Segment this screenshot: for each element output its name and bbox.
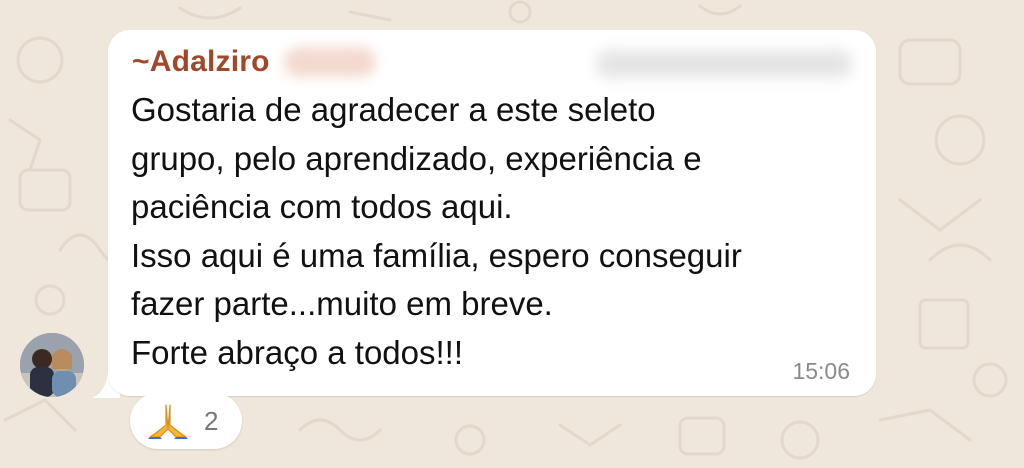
message-line: grupo, pelo aprendizado, experiência e: [131, 139, 702, 177]
message-line: fazer parte...muito em breve.: [131, 285, 553, 322]
reaction-count: 2: [204, 405, 219, 436]
message-timestamp: 15:06: [792, 358, 850, 384]
sender-name[interactable]: Adalziro: [150, 45, 270, 79]
sender-name-redaction: [283, 47, 376, 77]
message-line: Gostaria de agradecer a este seleto: [131, 91, 656, 128]
folded-hands-icon: [148, 404, 188, 439]
sender-row[interactable]: ~ Adalziro: [132, 44, 376, 80]
message-bubble[interactable]: ~ Adalziro Gostaria de agradecer a este …: [108, 30, 876, 396]
sender-prefix: ~: [132, 45, 150, 78]
sender-phone-redaction: [596, 50, 852, 78]
avatar-photo: [20, 333, 84, 397]
message-line: paciência com todos aqui.: [131, 188, 513, 225]
reaction-pill[interactable]: 2: [130, 393, 242, 449]
sender-avatar[interactable]: [20, 333, 84, 397]
message-line: Isso aqui é uma família, espero consegui…: [131, 236, 742, 274]
message-text: Gostaria de agradecer a este seleto grup…: [131, 86, 861, 377]
message-line: Forte abraço a todos!!!: [131, 333, 464, 371]
